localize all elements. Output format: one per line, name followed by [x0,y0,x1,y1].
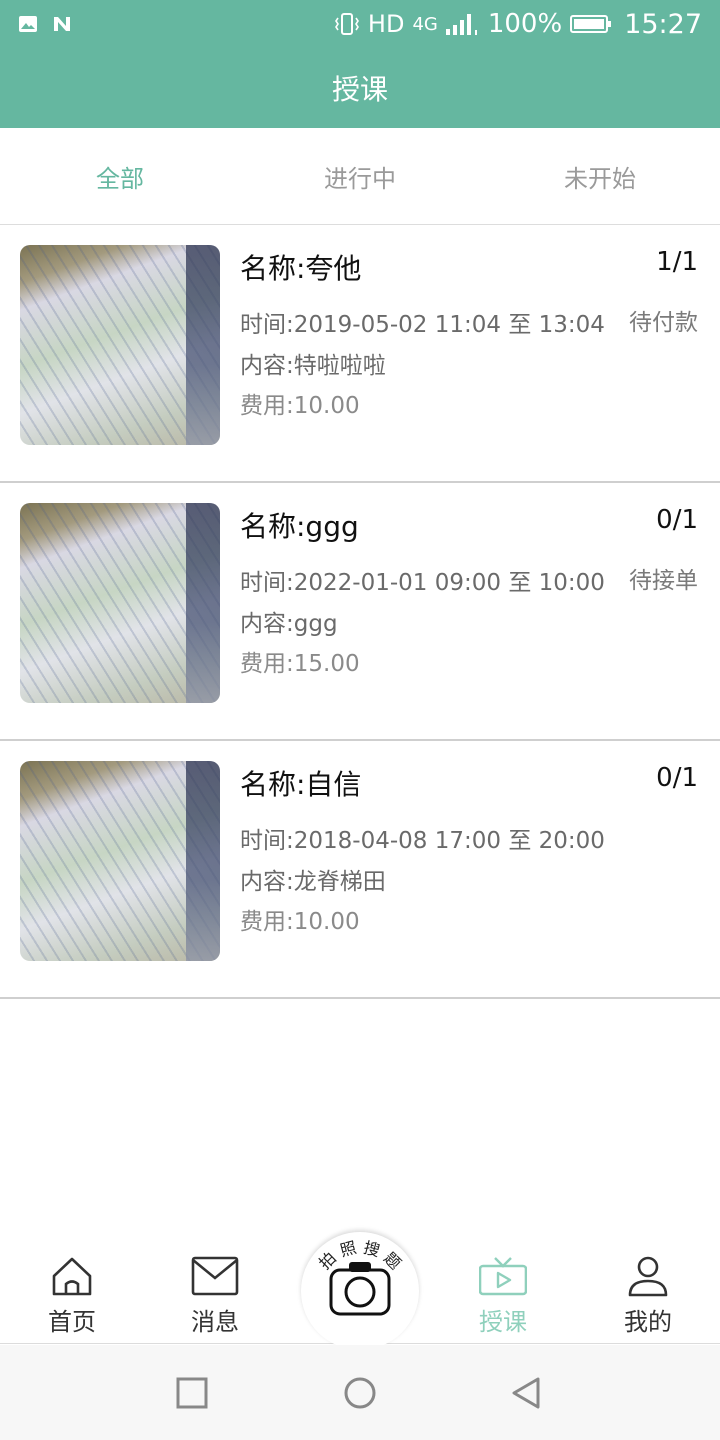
nav-me-label: 我的 [624,1308,672,1336]
course-count: 1/1 [656,247,698,277]
course-fee: 费用:10.00 [240,393,360,419]
nav-messages-label: 消息 [191,1308,239,1336]
clock: 15:27 [624,8,702,40]
course-content: 内容:特啦啦啦 [240,353,386,379]
course-content: 内容:ggg [240,611,338,637]
tab-all[interactable]: 全部 [0,128,240,224]
image-icon [19,16,37,32]
home-circle-icon[interactable] [342,1375,378,1411]
tv-play-icon [479,1257,527,1296]
nfc-icon [54,17,70,31]
course-time: 时间:2018-04-08 17:00 至 20:00 [240,828,605,854]
signal-icon [445,14,477,35]
page-title: 授课 [331,73,388,106]
nav-teach-label: 授课 [479,1308,527,1336]
battery-icon [570,15,612,33]
nav-me[interactable]: 我的 [593,1254,703,1340]
course-time: 时间:2022-01-01 09:00 至 10:00 [240,570,605,596]
course-title: 名称:夸他 [240,252,362,285]
nav-messages[interactable]: 消息 [160,1254,270,1340]
course-fee: 费用:10.00 [240,909,360,935]
course-thumbnail [20,503,220,703]
vibrate-icon [334,13,359,35]
tab-in-progress[interactable]: 进行中 [240,128,480,224]
course-thumbnail [20,245,220,445]
course-title: 名称:ggg [240,510,359,543]
app-bar: 授课 [0,48,720,128]
course-count: 0/1 [656,763,698,793]
course-card[interactable]: 名称:夸他 1/1 待付款 时间:2019-05-02 11:04 至 13:0… [0,225,720,483]
tab-not-started[interactable]: 未开始 [480,128,720,224]
nav-home-label: 首页 [48,1308,96,1336]
person-icon [628,1256,668,1297]
filter-tabs: 全部 进行中 未开始 [0,128,720,225]
course-title: 名称:自信 [240,768,362,801]
course-content: 内容:龙脊梯田 [240,869,386,895]
course-status: 待接单 [629,568,698,594]
recent-apps-icon[interactable] [174,1375,210,1411]
camera-icon: 拍 照 搜 题 [315,1238,405,1316]
course-thumbnail [20,761,220,961]
signal-type-label: 4G [412,13,438,35]
course-time: 时间:2019-05-02 11:04 至 13:04 [240,312,605,338]
back-icon[interactable] [508,1375,544,1411]
course-fee: 费用:15.00 [240,651,360,677]
mail-icon [191,1256,239,1296]
battery-percent: 100% [487,9,563,39]
course-card[interactable]: 名称:ggg 0/1 待接单 时间:2022-01-01 09:00 至 10:… [0,483,720,741]
course-status: 待付款 [629,310,698,336]
nav-teach[interactable]: 授课 [448,1254,558,1340]
course-list: 名称:夸他 1/1 待付款 时间:2019-05-02 11:04 至 13:0… [0,225,720,999]
course-card[interactable]: 名称:自信 0/1 时间:2018-04-08 17:00 至 20:00 内容… [0,741,720,999]
nav-home[interactable]: 首页 [17,1254,127,1340]
home-icon [52,1257,92,1296]
course-count: 0/1 [656,505,698,535]
photo-search-button[interactable]: 拍 照 搜 题 [301,1232,419,1350]
system-nav-bar [0,1345,720,1440]
status-bar: HD 4G 100% 15:27 [0,0,720,48]
network-label: HD [367,10,405,38]
